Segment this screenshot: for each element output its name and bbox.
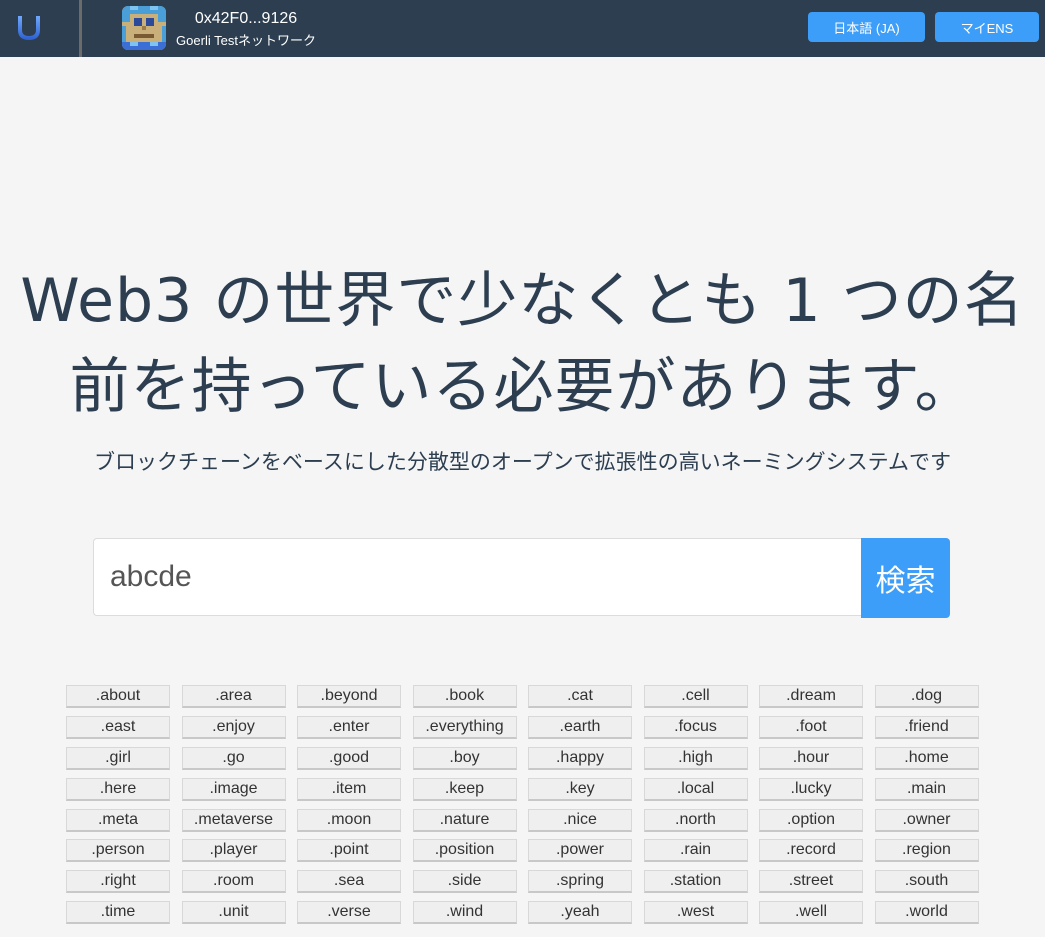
suffix-option[interactable]: .go — [181, 746, 286, 770]
suffix-option[interactable]: .time — [66, 901, 170, 925]
suffix-option[interactable]: .east — [66, 715, 170, 739]
suffix-option[interactable]: .here — [66, 777, 170, 801]
suffix-option[interactable]: .enter — [297, 715, 401, 739]
suffix-option[interactable]: .station — [643, 870, 748, 894]
suffix-option[interactable]: .girl — [66, 746, 170, 770]
suffix-option[interactable]: .moon — [297, 808, 401, 832]
suffix-option[interactable]: .side — [412, 870, 517, 894]
suffix-option[interactable]: .street — [759, 870, 863, 894]
suffix-option[interactable]: .position — [412, 839, 517, 863]
suffix-option[interactable]: .lucky — [759, 777, 863, 801]
suffix-option[interactable]: .world — [874, 901, 979, 925]
hero-subtitle: ブロックチェーンをベースにした分散型のオープンで拡張性の高いネーミングシステムで… — [93, 450, 951, 474]
suffix-option[interactable]: .everything — [412, 715, 517, 739]
suffix-option[interactable]: .yeah — [528, 901, 632, 925]
my-ens-button[interactable]: マイENS — [935, 12, 1039, 42]
account-address: 0x42F0...9126 — [194, 10, 298, 27]
search-button[interactable]: 検索 — [861, 538, 950, 618]
suffix-option[interactable]: .focus — [643, 715, 748, 739]
suffix-option[interactable]: .option — [759, 808, 863, 832]
language-button[interactable]: 日本語 (JA) — [808, 12, 925, 42]
suffix-option[interactable]: .player — [181, 839, 286, 863]
suffix-option[interactable]: .beyond — [297, 685, 401, 708]
suffix-option[interactable]: .region — [874, 839, 979, 863]
hero-title-line2: 前を持っている必要があります。 — [69, 352, 976, 422]
suffix-option[interactable]: .local — [643, 777, 748, 801]
suffix-option[interactable]: .foot — [759, 715, 863, 739]
suffix-option[interactable]: .book — [412, 685, 517, 708]
suffix-option[interactable]: .image — [181, 777, 286, 801]
suffix-option[interactable]: .happy — [528, 746, 632, 770]
suffix-option[interactable]: .rain — [643, 839, 748, 863]
suffix-option[interactable]: .spring — [528, 870, 632, 894]
suffix-option[interactable]: .area — [181, 685, 286, 708]
suffix-option[interactable]: .right — [66, 870, 170, 894]
top-header: 0x42F0...9126 Goerli Testネットワーク 日本語 (JA)… — [0, 0, 1045, 57]
suffix-option[interactable]: .main — [874, 777, 979, 801]
suffix-option[interactable]: .dream — [759, 685, 863, 708]
suffix-option[interactable]: .key — [528, 777, 632, 801]
suffix-option[interactable]: .nature — [412, 808, 517, 832]
suffix-option[interactable]: .unit — [181, 901, 286, 925]
suffix-option[interactable]: .nice — [528, 808, 632, 832]
suffix-option[interactable]: .wind — [412, 901, 517, 925]
suffix-option[interactable]: .metaverse — [181, 808, 286, 832]
suffix-option[interactable]: .hour — [759, 746, 863, 770]
suffix-option[interactable]: .home — [874, 746, 979, 770]
suffix-option[interactable]: .enjoy — [181, 715, 286, 739]
hero-title: Web3 の世界で少なくとも 1 つの名 前を持っている必要があります。 — [0, 258, 1045, 430]
pixel-avatar-icon[interactable] — [122, 6, 166, 50]
suffix-option[interactable]: .item — [297, 777, 401, 801]
suffix-option[interactable]: .north — [643, 808, 748, 832]
suffix-option[interactable]: .record — [759, 839, 863, 863]
network-name: Goerli Testネットワーク — [176, 33, 316, 48]
suffix-option[interactable]: .sea — [297, 870, 401, 894]
search-input[interactable] — [93, 538, 861, 616]
suffix-option[interactable]: .boy — [412, 746, 517, 770]
hero-title-line1: Web3 の世界で少なくとも 1 つの名 — [20, 266, 1025, 336]
suffix-option[interactable]: .south — [874, 870, 979, 894]
suffix-option[interactable]: .west — [643, 901, 748, 925]
suffix-option[interactable]: .power — [528, 839, 632, 863]
header-divider — [79, 0, 82, 57]
suffix-option[interactable]: .point — [297, 839, 401, 863]
suffix-option[interactable]: .dog — [874, 685, 979, 708]
suffix-option[interactable]: .person — [66, 839, 170, 863]
suffix-option[interactable]: .room — [181, 870, 286, 894]
suffix-option[interactable]: .high — [643, 746, 748, 770]
u-logo-icon[interactable] — [12, 10, 46, 44]
suffix-option[interactable]: .earth — [528, 715, 632, 739]
suffix-option[interactable]: .cat — [528, 685, 632, 708]
suffix-option[interactable]: .about — [66, 685, 170, 708]
suffix-option[interactable]: .cell — [643, 685, 748, 708]
suffix-option[interactable]: .keep — [412, 777, 517, 801]
suffix-grid: .about .area .beyond .book .cat .cell .dream .d… — [66, 685, 991, 925]
suffix-option[interactable]: .friend — [874, 715, 979, 739]
suffix-option[interactable]: .good — [297, 746, 401, 770]
suffix-option[interactable]: .meta — [66, 808, 170, 832]
suffix-option[interactable]: .owner — [874, 808, 979, 832]
suffix-option[interactable]: .verse — [297, 901, 401, 925]
suffix-option[interactable]: .well — [759, 901, 863, 925]
